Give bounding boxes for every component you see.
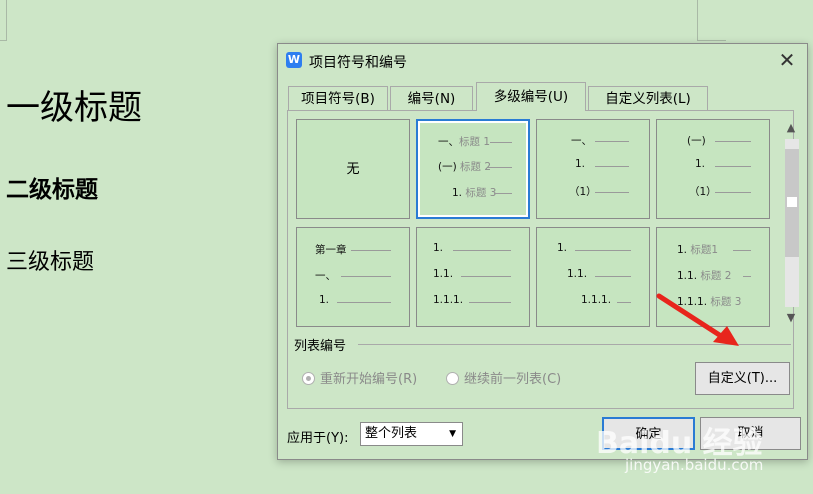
style-text: 标题 3 xyxy=(465,187,497,199)
style-text: 标题1 xyxy=(690,244,719,256)
tab-numbering[interactable]: 编号(N) xyxy=(390,86,473,110)
style-numeric-indent-small[interactable]: 1. 1.1. 1.1.1. xyxy=(416,227,530,327)
style-line xyxy=(715,141,751,142)
style-heading-chinese[interactable]: 一、标题 1 (一) 标题 2 1. 标题 3 xyxy=(416,119,530,219)
wps-writer-icon: W xyxy=(286,52,302,68)
style-none[interactable]: 无 xyxy=(296,119,410,219)
style-chinese-numeric[interactable]: 一、 1. （1） xyxy=(536,119,650,219)
tab-bullets[interactable]: 项目符号(B) xyxy=(288,86,388,110)
radio-restart-label: 重新开始编号(R) xyxy=(320,372,418,387)
style-none-label: 无 xyxy=(346,162,360,177)
style-line xyxy=(595,276,631,277)
style-line xyxy=(715,192,751,193)
scroll-up-icon[interactable]: ▲ xyxy=(782,119,800,137)
style-text: 1. xyxy=(319,294,330,306)
style-text: （1） xyxy=(689,186,717,198)
style-text: （1） xyxy=(569,186,597,198)
style-paren-chinese[interactable]: (一) 1. （1） xyxy=(656,119,770,219)
heading-level-3[interactable]: 三级标题 xyxy=(6,244,94,276)
bullets-numbering-dialog: W 项目符号和编号 ✕ 项目符号(B) 编号(N) 多级编号(U) 自定义列表(… xyxy=(277,43,808,460)
style-line xyxy=(595,141,629,142)
style-line xyxy=(351,250,391,251)
watermark-url: jingyan.baidu.com xyxy=(625,456,764,474)
heading-level-1[interactable]: 一级标题 xyxy=(6,80,142,129)
style-line xyxy=(488,167,512,168)
radio-button[interactable] xyxy=(446,372,459,385)
style-line xyxy=(715,166,751,167)
style-text: 标题 2 xyxy=(700,270,732,282)
style-line xyxy=(341,276,391,277)
tab-custom-list[interactable]: 自定义列表(L) xyxy=(588,86,708,110)
style-line xyxy=(617,302,631,303)
style-text: 标题 2 xyxy=(460,161,492,173)
radio-continue-list[interactable]: 继续前一列表(C) xyxy=(446,368,561,387)
style-text: (一) xyxy=(687,135,706,147)
dropdown-arrow-icon: ▼ xyxy=(449,429,456,439)
style-line xyxy=(337,302,391,303)
style-line xyxy=(490,142,512,143)
style-text: 1.1. xyxy=(433,268,454,280)
style-text: 1. xyxy=(433,242,444,254)
scroll-down-icon[interactable]: ▼ xyxy=(782,309,800,327)
style-text: 1. xyxy=(452,187,463,199)
apply-to-label: 应用于(Y): xyxy=(287,431,349,446)
style-text: 1.1.1. xyxy=(433,294,464,306)
annotation-arrow-icon xyxy=(656,293,739,346)
style-numeric-indent-large[interactable]: 1. 1.1. 1.1.1. xyxy=(536,227,650,327)
close-icon[interactable]: ✕ xyxy=(775,48,799,72)
style-line xyxy=(595,166,629,167)
dialog-titlebar[interactable]: W 项目符号和编号 ✕ xyxy=(278,44,807,78)
page-corner-mark-right xyxy=(697,0,726,41)
style-line xyxy=(743,276,751,277)
dialog-title: 项目符号和编号 xyxy=(309,55,407,71)
style-line xyxy=(733,250,751,251)
style-text: 标题 1 xyxy=(459,136,491,148)
style-text: 1.1.1. xyxy=(581,294,612,306)
style-chapter[interactable]: 第一章 一、 1. xyxy=(296,227,410,327)
style-text: 1.1. xyxy=(567,268,588,280)
style-line xyxy=(461,276,511,277)
tab-multilevel[interactable]: 多级编号(U) xyxy=(476,82,586,111)
list-numbering-label: 列表编号 xyxy=(294,339,347,354)
radio-continue-label: 继续前一列表(C) xyxy=(464,372,562,387)
style-line xyxy=(595,192,629,193)
style-text: 一、 xyxy=(315,270,336,282)
style-text: 1. xyxy=(695,158,706,170)
style-text: 第一章 xyxy=(315,244,347,256)
style-text: 1. xyxy=(557,242,568,254)
apply-to-value: 整个列表 xyxy=(365,426,418,441)
customize-button[interactable]: 自定义(T)... xyxy=(695,362,790,395)
style-line xyxy=(494,193,512,194)
scroll-thumb-grip xyxy=(787,197,797,207)
radio-button[interactable] xyxy=(302,372,315,385)
style-text: 1. xyxy=(575,158,586,170)
page-corner-mark-left xyxy=(0,0,7,41)
gallery-scrollbar[interactable]: ▲ ▼ xyxy=(782,119,800,327)
style-text: 1.1. xyxy=(677,270,698,282)
style-line xyxy=(575,250,631,251)
style-text: 一、 xyxy=(438,136,459,148)
heading-level-2[interactable]: 二级标题 xyxy=(6,170,98,204)
style-text: 一、 xyxy=(571,135,592,147)
apply-to-select[interactable]: 整个列表 ▼ xyxy=(360,422,463,446)
style-text: (一) xyxy=(438,161,457,173)
style-line xyxy=(469,302,511,303)
style-line xyxy=(453,250,511,251)
radio-restart-numbering[interactable]: 重新开始编号(R) xyxy=(302,368,417,387)
style-text: 1. xyxy=(677,244,688,256)
